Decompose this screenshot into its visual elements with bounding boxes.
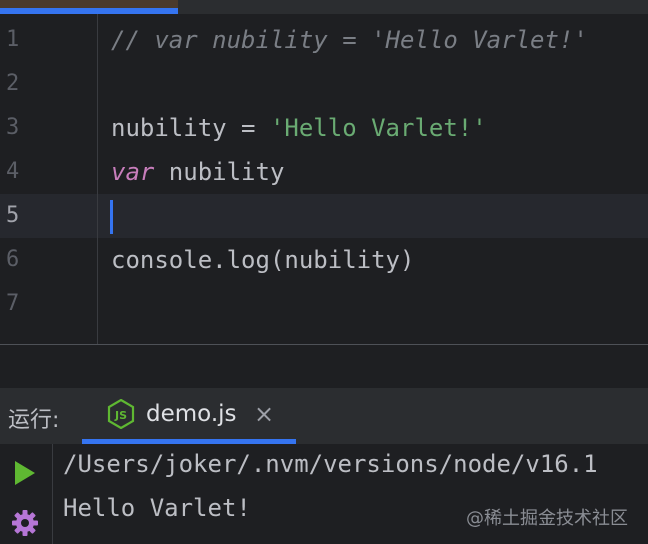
- run-toolstrip: [0, 444, 53, 544]
- line-number: 6: [6, 247, 20, 272]
- line-number: 4: [6, 159, 20, 184]
- close-icon[interactable]: ×: [254, 400, 274, 428]
- comment-token: // var nubility = 'Hello Varlet!': [111, 26, 588, 54]
- line-number: 3: [6, 115, 20, 140]
- operator-token: =: [226, 114, 270, 142]
- watermark: @稀土掘金技术社区: [466, 508, 628, 529]
- identifier-token: nubility: [154, 158, 285, 186]
- keyword-token: var: [111, 158, 155, 186]
- string-token: 'Hello Varlet!': [269, 114, 487, 142]
- line-number: 5: [6, 203, 20, 228]
- run-tool-header: 运行: JS demo.js ×: [0, 388, 648, 444]
- line-number: 2: [6, 71, 20, 96]
- console-command-line: /Users/joker/.nvm/versions/node/v16.1: [63, 450, 598, 478]
- code-text[interactable]: // var nubility = 'Hello Varlet!': [111, 18, 588, 62]
- identifier-token: nubility: [111, 114, 227, 142]
- code-text[interactable]: nubility = 'Hello Varlet!': [111, 106, 487, 150]
- top-bar-highlight: [0, 0, 178, 8]
- console-output-line: Hello Varlet!: [63, 494, 251, 522]
- code-text[interactable]: console.log(nubility): [111, 238, 414, 282]
- play-icon[interactable]: [13, 460, 37, 490]
- gutter-separator: [97, 14, 98, 344]
- tab-demo-js[interactable]: JS demo.js ×: [82, 388, 296, 444]
- panel-gap: [0, 345, 648, 387]
- svg-text:JS: JS: [114, 409, 127, 422]
- line-number: 7: [6, 291, 20, 316]
- run-console[interactable]: /Users/joker/.nvm/versions/node/v16.1 He…: [0, 444, 648, 544]
- top-bar: [0, 0, 648, 14]
- nodejs-icon: JS: [106, 398, 136, 430]
- gear-icon[interactable]: [10, 508, 40, 542]
- code-text[interactable]: var nubility: [111, 150, 284, 194]
- line-number: 1: [6, 27, 20, 52]
- run-label: 运行:: [8, 408, 60, 433]
- tab-label: demo.js: [146, 401, 237, 427]
- text-caret: [110, 200, 113, 234]
